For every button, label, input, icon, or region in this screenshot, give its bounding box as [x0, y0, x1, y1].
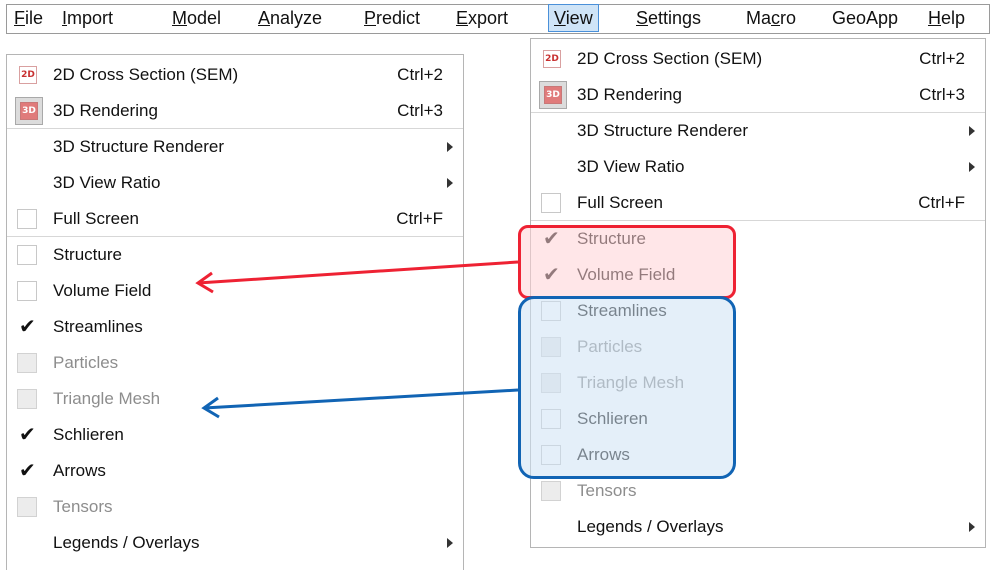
- blue-arrow: [203, 388, 519, 410]
- connector-arrows: [195, 260, 519, 419]
- red-arrow: [197, 260, 519, 285]
